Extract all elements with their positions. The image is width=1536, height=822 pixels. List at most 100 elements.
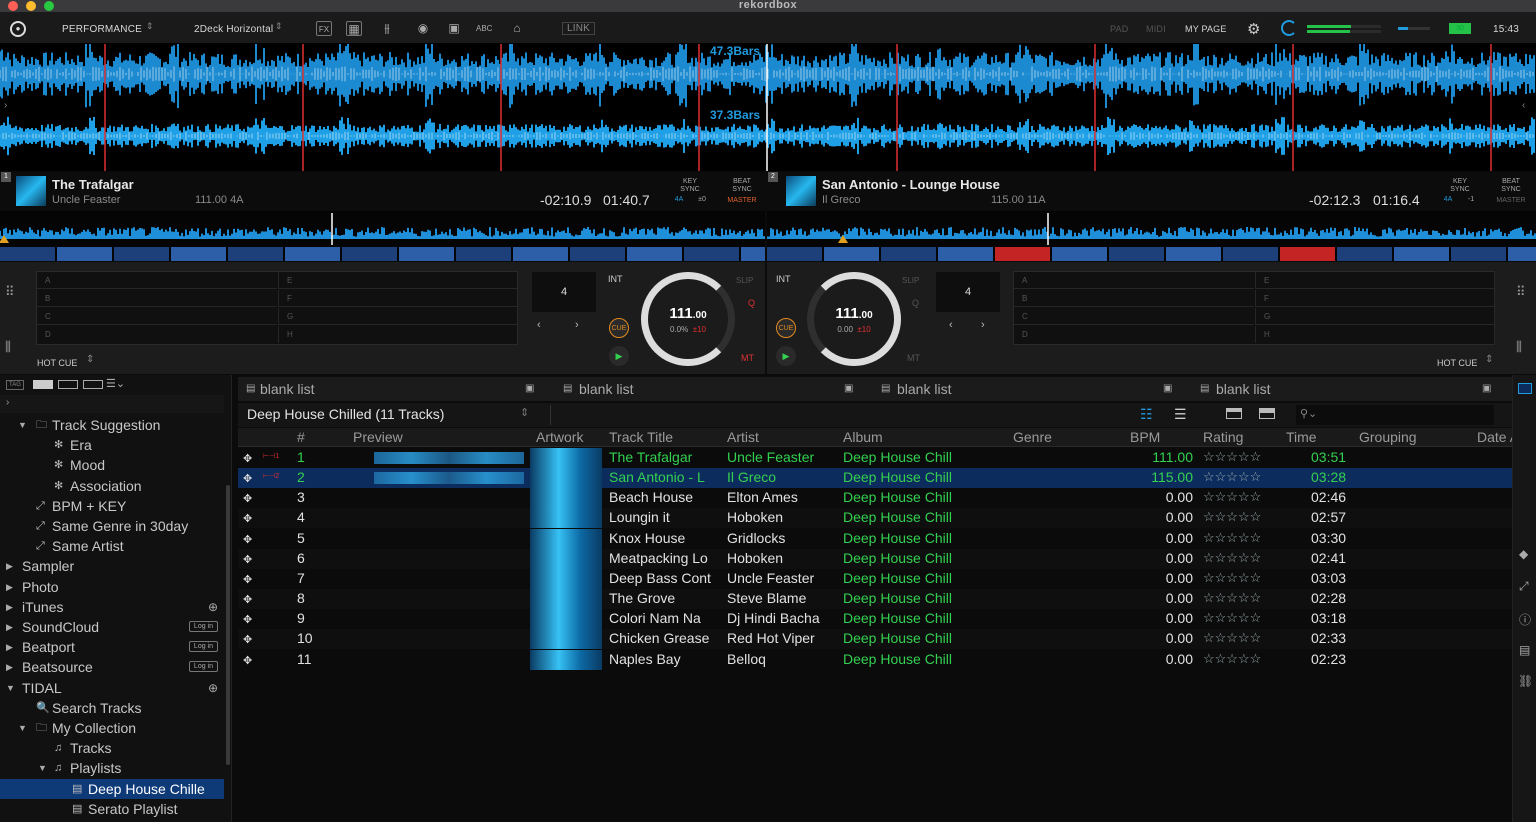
track-rating[interactable]: ☆☆☆☆☆ [1203,590,1279,606]
search-input[interactable]: ⚲⌄ [1296,405,1494,425]
hot-cue-pad[interactable]: C [1014,308,1254,325]
quantize-button[interactable]: Q [912,298,919,308]
sidebar-item-same-genre-in-30day[interactable]: ⤢ Same Genre in 30day [0,516,224,536]
table-row[interactable]: ✥ 10 Chicken Grease Red Hot Viper Deep House… [238,629,1512,650]
preview-waveform[interactable] [374,472,524,485]
login-button[interactable]: Log in [188,661,218,673]
table-row[interactable]: ✥ 7 Deep Bass Cont Uncle Feaster Deep House … [238,568,1512,589]
track-rating[interactable]: ☆☆☆☆☆ [1203,550,1279,566]
deck-elapsed-time[interactable]: 01:40.7 [603,192,650,208]
track-rating[interactable]: ☆☆☆☆☆ [1203,651,1279,667]
enlarged-waveform[interactable]: 47.3Bars 37.3Bars › ‹ [0,44,1536,171]
tab-blank-list[interactable]: ▤ blank list ▣ [1195,377,1512,401]
column-number[interactable]: # [297,429,305,445]
track-rating[interactable]: ☆☆☆☆☆ [1203,610,1279,626]
hot-cue-pad[interactable]: E [1255,272,1494,289]
sidebar-item-association[interactable]: ✻ Association [0,476,224,496]
drag-handle-icon[interactable]: ✥ [243,489,261,505]
tab-blank-list[interactable]: ▤ blank list ▣ [238,377,556,401]
chevron-updown-icon[interactable]: ⇕ [146,21,154,32]
chevron-down-icon[interactable]: ▼ [38,758,47,778]
phrase-segment[interactable] [938,247,993,261]
table-row[interactable]: ✥ 6 Meatpacking Lo Hoboken Deep House Chill 0… [238,548,1512,569]
phrase-segment[interactable] [57,247,112,261]
track-rating[interactable]: ☆☆☆☆☆ [1203,530,1279,546]
add-icon[interactable]: ⊕ [208,678,218,698]
sidebar-item-beatsource[interactable]: ▶ Beatsource Log in [0,657,224,677]
table-row[interactable]: ✥ 11 Naples Bay Belloq Deep House Chill 0.00 ☆… [238,649,1512,670]
waveform-toggle-icon[interactable]: ⫼ [5,339,11,355]
deck-2-overview-waveform[interactable] [767,211,1536,261]
beat-sync-button[interactable]: BEAT SYNC [1495,178,1527,194]
track-rating[interactable]: ☆☆☆☆☆ [1203,509,1279,525]
phrase-segment[interactable] [1280,247,1335,261]
sidebar-item-my-collection[interactable]: ▼ 🗀 My Collection [0,718,224,738]
phrase-segment[interactable] [1451,247,1506,261]
chevron-right-icon[interactable]: ▶ [6,657,13,677]
table-row[interactable]: ✥ 1 The Trafalgar Uncle Feaster Deep House C… [238,448,1512,468]
preview-waveform[interactable] [374,452,524,464]
table-row[interactable]: ✥ 3 Beach House Elton Ames Deep House Chill 0… [238,488,1512,509]
master-button[interactable]: MASTER [722,197,762,205]
hot-cue-pad[interactable]: H [278,326,517,343]
quantize-button[interactable]: Q [748,298,755,308]
sidebar-item-sampler[interactable]: ▶ Sampler [0,556,224,576]
add-icon[interactable]: ⊕ [208,597,218,617]
sidebar-item-bpm-key[interactable]: ⤢ BPM + KEY [0,496,224,516]
beat-jump-value[interactable]: 4 [532,272,596,312]
grid-icon[interactable]: ⠿ [1516,284,1526,300]
chevron-updown-icon[interactable]: ⇕ [275,21,283,32]
mixer-icon[interactable]: ⫵ [379,21,395,36]
chevron-right-icon[interactable]: ▶ [6,617,13,637]
drag-handle-icon[interactable]: ✥ [243,630,261,646]
track-rating[interactable]: ☆☆☆☆☆ [1203,449,1279,465]
sidebar-scroll-up[interactable]: › [0,395,224,413]
chevron-right-icon[interactable]: › [575,319,579,331]
master-tempo-button[interactable]: MT [741,353,754,363]
phrase-segment[interactable] [824,247,879,261]
chevron-right-icon[interactable]: ▶ [6,597,13,617]
int-button[interactable]: INT [776,274,791,284]
record-icon[interactable]: ◉ [415,21,431,36]
chevron-down-icon[interactable]: ▼ [18,718,27,738]
play-icon[interactable]: ▶ [776,346,796,366]
phrase-segment[interactable] [0,247,55,261]
beat-sync-button[interactable]: BEAT SYNC [726,178,758,194]
sidebar-item-search-tracks[interactable]: 🔍 Search Tracks [0,698,224,718]
key-sync-button[interactable]: KEY SYNC [1444,178,1476,194]
chevron-left-icon[interactable]: ‹ [537,319,541,331]
column-rating[interactable]: Rating [1203,429,1243,445]
column-artwork[interactable]: Artwork [536,429,583,445]
track-rating[interactable]: ☆☆☆☆☆ [1203,630,1279,646]
chevron-updown-icon[interactable]: ⇕ [86,354,94,365]
slip-button[interactable]: SLIP [902,276,919,285]
phrase-segment[interactable] [627,247,682,261]
deck-remaining-time[interactable]: -02:12.3 [1309,192,1360,208]
table-row[interactable]: ✥ 8 The Grove Steve Blame Deep House Chill 0.… [238,589,1512,610]
phrase-segment[interactable] [228,247,283,261]
panel-toggle-icon[interactable] [1518,383,1532,394]
hot-cue-pad[interactable]: A [1014,272,1254,289]
sampler-grid-icon[interactable]: ▦ [346,21,362,36]
sidebar-item-tidal[interactable]: ▼ TIDAL ⊕ [0,678,224,698]
view-mode-1-icon[interactable] [33,380,53,389]
list-menu-icon[interactable]: ☰⌄ [106,377,125,390]
video-icon[interactable]: ▣ [446,21,462,36]
table-row[interactable]: ✥ 5 Knox House Gridlocks Deep House Chill 0.0… [238,528,1512,549]
play-icon[interactable]: ▶ [609,346,629,366]
track-rating[interactable]: ☆☆☆☆☆ [1203,469,1279,485]
sidebar-item-soundcloud[interactable]: ▶ SoundCloud Log in [0,617,224,637]
phrase-segment[interactable] [995,247,1050,261]
sidebar-item-same-artist[interactable]: ⤢ Same Artist [0,536,224,556]
cue-button[interactable]: CUE [776,318,796,338]
chevron-down-icon[interactable]: ▼ [18,415,27,435]
phrase-segment[interactable] [456,247,511,261]
tag-icon[interactable]: ◆ [1519,547,1528,561]
link-button[interactable]: LINK [562,22,596,35]
link-icon[interactable]: ⛓ [1518,674,1533,688]
key-sync-button[interactable]: KEY SYNC [674,178,706,194]
sidebar-item-era[interactable]: ✻ Era [0,435,224,455]
phrase-segment[interactable] [767,247,822,261]
deck-elapsed-time[interactable]: 01:16.4 [1373,192,1420,208]
view-mode-3-icon[interactable] [83,380,103,389]
